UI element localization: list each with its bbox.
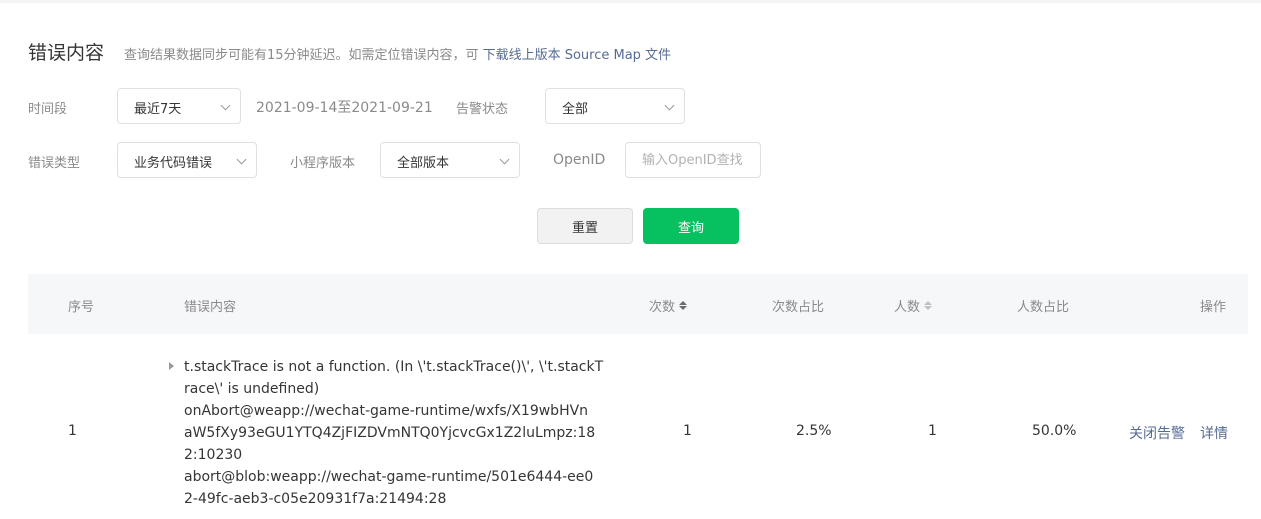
row-users: 1 — [928, 423, 937, 439]
col-ops: 操作 — [1200, 300, 1227, 315]
error-content-cell: t.stackTrace is not a function. (In \'t.… — [166, 356, 604, 510]
alert-status-select[interactable]: 全部 — [545, 88, 685, 124]
row-count-ratio: 2.5% — [796, 423, 832, 439]
period-label: 时间段 — [28, 102, 68, 117]
period-select-value: 最近7天 — [134, 102, 182, 117]
caret-right-icon[interactable] — [169, 362, 174, 370]
alert-status-label: 告警状态 — [456, 102, 509, 117]
chevron-down-icon — [220, 100, 231, 111]
top-divider — [0, 0, 1261, 3]
col-users-ratio: 人数占比 — [1017, 300, 1070, 315]
col-users[interactable]: 人数 — [894, 296, 933, 315]
sort-icon[interactable] — [924, 301, 933, 310]
version-label: 小程序版本 — [290, 156, 356, 171]
col-users-label: 人数 — [894, 300, 921, 315]
chevron-down-icon — [236, 154, 247, 165]
reset-button[interactable]: 重置 — [537, 208, 633, 244]
col-error-content: 错误内容 — [184, 300, 237, 315]
alert-status-select-value: 全部 — [562, 102, 589, 117]
date-range-text: 2021-09-14至2021-09-21 — [256, 100, 433, 116]
chevron-down-icon — [664, 100, 675, 111]
version-select-value: 全部版本 — [397, 156, 450, 171]
close-alert-link[interactable]: 关闭告警 — [1129, 423, 1185, 443]
period-select[interactable]: 最近7天 — [117, 88, 241, 124]
row-index: 1 — [68, 423, 77, 439]
page-header: 错误内容 查询结果数据同步可能有15分钟延迟。如需定位错误内容，可 下载线上版本… — [28, 38, 671, 65]
col-count-ratio: 次数占比 — [772, 300, 825, 315]
version-select[interactable]: 全部版本 — [380, 142, 520, 178]
error-type-select[interactable]: 业务代码错误 — [117, 142, 257, 178]
row-users-ratio: 50.0% — [1032, 423, 1077, 439]
col-count[interactable]: 次数 — [649, 296, 688, 315]
query-button[interactable]: 查询 — [643, 208, 739, 244]
col-count-label: 次数 — [649, 300, 676, 315]
detail-link[interactable]: 详情 — [1200, 423, 1228, 443]
table-header: 序号 错误内容 次数 次数占比 人数 人数占比 操作 — [28, 274, 1248, 334]
sort-icon[interactable] — [679, 301, 688, 310]
sync-delay-tip: 查询结果数据同步可能有15分钟延迟。如需定位错误内容，可 — [124, 48, 479, 63]
error-type-label: 错误类型 — [28, 156, 81, 171]
openid-input[interactable] — [625, 142, 761, 178]
error-stack-text: t.stackTrace is not a function. (In \'t.… — [184, 359, 604, 507]
error-type-select-value: 业务代码错误 — [134, 156, 213, 171]
table-row: 1 t.stackTrace is not a function. (In \'… — [28, 334, 1248, 519]
page-title: 错误内容 — [28, 42, 105, 64]
row-count: 1 — [683, 423, 692, 439]
chevron-down-icon — [499, 154, 510, 165]
openid-label: OpenID — [553, 152, 606, 168]
download-source-map-link[interactable]: 下载线上版本 Source Map 文件 — [483, 44, 671, 63]
col-index: 序号 — [68, 300, 95, 315]
